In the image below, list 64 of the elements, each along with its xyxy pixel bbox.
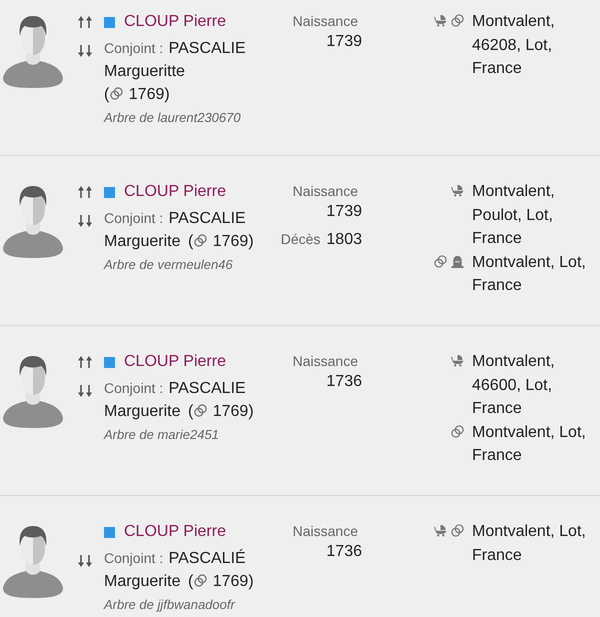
spouse-label: Conjoint : (104, 40, 164, 56)
event-year: 1739 (325, 202, 362, 222)
down-arrows-icon[interactable] (77, 215, 93, 227)
down-arrows-icon[interactable] (77, 385, 93, 397)
pram-icon (451, 184, 464, 197)
down-arrows-icon[interactable] (77, 45, 93, 57)
rings-icon (451, 14, 464, 27)
rings-icon (194, 574, 208, 587)
marriage-year: 1769) (212, 573, 254, 590)
spouse-label: Conjoint : (104, 380, 164, 396)
up-arrows-icon[interactable] (77, 186, 93, 198)
pram-icon (451, 354, 464, 367)
person-name-link[interactable]: CLOUP Pierre (124, 520, 226, 544)
paren-text: ( (188, 233, 194, 250)
rings-icon (434, 254, 447, 268)
spouse-surname: PASCALIÉ (168, 550, 246, 567)
paren-text: ( (188, 573, 194, 590)
event-label: Décès (280, 231, 320, 247)
event-year: 1736 (325, 542, 362, 562)
spouse-given-name: Marguerite (104, 233, 180, 250)
place-text: Montvalent, 46208, Lot, France (472, 12, 556, 79)
rings-icon (194, 404, 208, 417)
place-text: Montvalent, Poulot, Lot, France (472, 182, 556, 249)
place-text: Montvalent, Lot, France (472, 422, 587, 466)
up-arrows-icon[interactable] (77, 356, 93, 368)
event-label: Naissance (292, 522, 359, 541)
event-label: Naissance (292, 12, 359, 31)
rings-icon (194, 234, 208, 247)
event-label: Naissance (292, 182, 359, 201)
pram-icon (434, 524, 447, 537)
down-arrows-icon[interactable] (77, 555, 93, 567)
event-year: 1736 (325, 372, 362, 392)
event-year: 1739 (325, 32, 362, 52)
tree-owner-text: Arbre de laurent230670 (104, 109, 242, 127)
marriage-year: 1769) (212, 233, 254, 250)
rings-icon (451, 424, 464, 438)
spouse-label: Conjoint : (104, 210, 164, 226)
spouse-surname: PASCALIE (168, 380, 246, 397)
rings-icon (451, 524, 464, 537)
spouse-given-name: Marguerite (104, 573, 180, 590)
rings-icon (110, 87, 124, 100)
place-text: Montvalent, Lot, France (472, 252, 587, 296)
place-text: Montvalent, 46600, Lot, France (472, 352, 556, 419)
spouse-surname: PASCALIE (168, 40, 246, 57)
spouse-given-name: Marguerite (104, 403, 180, 420)
marriage-year: 1769) (212, 403, 254, 420)
event-label: Naissance (292, 352, 359, 371)
spouse-surname: PASCALIE (168, 210, 246, 227)
paren-text: ( (104, 86, 110, 103)
tree-owner-text: Arbre de vermeulen46 (104, 256, 234, 274)
tombstone-icon (451, 254, 464, 268)
person-name-link[interactable]: CLOUP Pierre (124, 10, 226, 34)
spouse-label: Conjoint : (104, 550, 164, 566)
event-year: 1803 (326, 231, 362, 248)
tree-owner-text: Arbre de marie2451 (104, 426, 220, 444)
place-text: Montvalent, Lot, France (472, 522, 587, 566)
paren-text: ( (188, 403, 194, 420)
spouse-given-name: Margueritte (104, 63, 185, 80)
person-name-link[interactable]: CLOUP Pierre (124, 350, 226, 374)
person-name-link[interactable]: CLOUP Pierre (124, 180, 226, 204)
up-arrows-icon[interactable] (77, 16, 93, 28)
marriage-year: 1769) (128, 86, 170, 103)
tree-owner-text: Arbre de jjfbwanadoofr (104, 596, 236, 614)
pram-icon (434, 14, 447, 27)
